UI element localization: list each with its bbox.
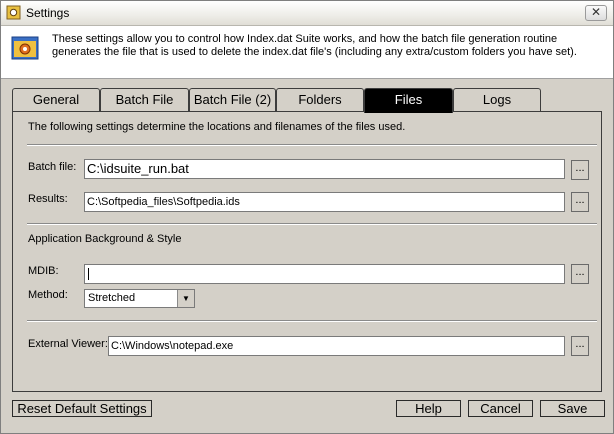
mdib-browse-button[interactable]: ... (571, 264, 589, 284)
reset-default-settings-button[interactable]: Reset Default Settings (12, 400, 152, 417)
settings-window: Settings ✕ These settings allow you to c… (0, 0, 614, 434)
method-selected-value: Stretched (88, 292, 136, 304)
separator (27, 144, 597, 146)
method-select[interactable]: Stretched ▼ (84, 289, 195, 308)
cancel-button[interactable]: Cancel (468, 400, 533, 417)
batch-file-browse-button[interactable]: ... (571, 160, 589, 180)
text-caret (88, 268, 89, 280)
help-button[interactable]: Help (396, 400, 461, 417)
banner-description: These settings allow you to control how … (52, 33, 577, 58)
method-label: Method: (28, 289, 68, 301)
external-viewer-input[interactable]: C:\Windows\notepad.exe (108, 336, 565, 356)
results-input[interactable]: C:\Softpedia_files\Softpedia.ids (84, 192, 565, 212)
description-banner: These settings allow you to control how … (1, 26, 613, 79)
chevron-down-icon[interactable]: ▼ (177, 290, 194, 307)
panel-intro-text: The following settings determine the loc… (28, 121, 406, 133)
external-viewer-browse-button[interactable]: ... (571, 336, 589, 356)
separator (27, 223, 597, 225)
tab-batch-file[interactable]: Batch File (100, 88, 189, 112)
tab-files[interactable]: Files (364, 88, 453, 113)
background-section-heading: Application Background & Style (28, 233, 182, 245)
separator (27, 320, 597, 322)
tab-general[interactable]: General (12, 88, 100, 112)
mdib-input[interactable] (84, 264, 565, 284)
settings-gear-icon (11, 36, 39, 60)
mdib-label: MDIB: (28, 265, 59, 277)
batch-file-label: Batch file: (28, 161, 77, 173)
results-label: Results: (28, 193, 68, 205)
files-tab-panel: The following settings determine the loc… (12, 111, 602, 392)
window-title: Settings (26, 6, 70, 20)
external-viewer-label: External Viewer: (28, 338, 108, 350)
save-button[interactable]: Save (540, 400, 605, 417)
batch-file-input[interactable]: C:\idsuite_run.bat (84, 159, 565, 179)
results-browse-button[interactable]: ... (571, 192, 589, 212)
title-bar[interactable]: Settings ✕ (1, 1, 613, 26)
tab-logs[interactable]: Logs (453, 88, 541, 112)
close-button[interactable]: ✕ (585, 5, 607, 21)
settings-app-icon (6, 5, 21, 20)
tab-batch-file-2[interactable]: Batch File (2) (189, 88, 276, 112)
tab-folders[interactable]: Folders (276, 88, 364, 112)
